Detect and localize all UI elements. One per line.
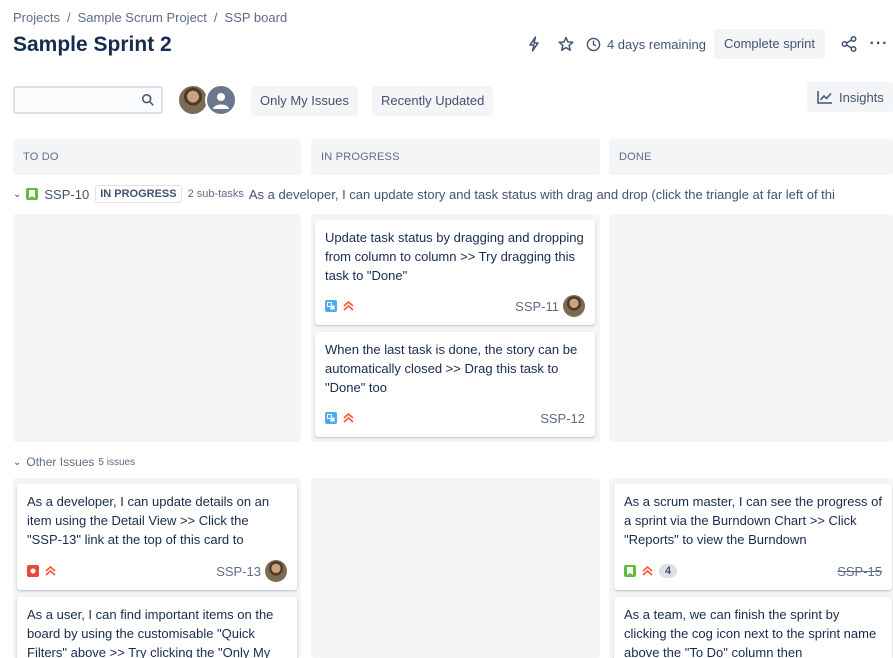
days-remaining-text: 4 days remaining bbox=[606, 36, 706, 52]
card-summary: As a scrum master, I can see the progres… bbox=[624, 494, 882, 547]
story-summary: As a developer, I can update story and t… bbox=[248, 186, 835, 202]
insights-label: Insights bbox=[839, 89, 884, 105]
chevron-down-icon[interactable]: ⌄ bbox=[13, 457, 21, 468]
todo-column-story-lane bbox=[13, 214, 301, 442]
breadcrumb-board[interactable]: SSP board bbox=[225, 10, 288, 25]
in-progress-column-other-lane bbox=[311, 478, 600, 658]
avatar-filter-group bbox=[177, 84, 237, 116]
assignee-avatar bbox=[563, 295, 585, 317]
story-key[interactable]: SSP-10 bbox=[44, 187, 89, 202]
days-remaining: 4 days remaining bbox=[586, 37, 706, 52]
assignee-avatar bbox=[265, 560, 287, 582]
card-footer: SSP-13 bbox=[27, 560, 287, 582]
done-column-story-lane bbox=[609, 214, 893, 442]
only-my-issues-filter[interactable]: Only My Issues bbox=[251, 86, 358, 116]
search-icon[interactable] bbox=[141, 93, 155, 112]
breadcrumb-project[interactable]: Sample Scrum Project bbox=[78, 10, 207, 25]
issue-key[interactable]: SSP-11 bbox=[515, 299, 559, 314]
complete-sprint-button[interactable]: Complete sprint bbox=[713, 29, 825, 59]
star-icon[interactable] bbox=[550, 28, 582, 60]
issue-key[interactable]: SSP-15 bbox=[837, 564, 882, 579]
column-header-todo: TO DO bbox=[13, 139, 301, 175]
breadcrumb-separator: / bbox=[66, 10, 71, 25]
subtask-icon bbox=[325, 412, 337, 424]
card-footer: SSP-11 bbox=[325, 295, 585, 317]
issue-card[interactable]: As a team, we can finish the sprint by c… bbox=[614, 597, 892, 658]
user-icon bbox=[213, 93, 229, 109]
priority-high-icon bbox=[45, 566, 56, 576]
breadcrumb-projects[interactable]: Projects bbox=[13, 10, 60, 25]
issue-card[interactable]: As a scrum master, I can see the progres… bbox=[614, 484, 892, 590]
status-badge: IN PROGRESS bbox=[95, 185, 182, 203]
card-summary: As a developer, I can update details on … bbox=[27, 494, 270, 547]
card-summary: Update task status by dragging and dropp… bbox=[325, 230, 584, 283]
issue-card[interactable]: Update task status by dragging and dropp… bbox=[315, 220, 595, 325]
issue-key[interactable]: SSP-13 bbox=[216, 564, 261, 579]
page-title: Sample Sprint 2 bbox=[13, 33, 172, 56]
breadcrumb-separator: / bbox=[213, 10, 218, 25]
card-summary: As a team, we can finish the sprint by c… bbox=[624, 607, 877, 658]
lightning-icon[interactable] bbox=[518, 28, 550, 60]
subtask-count: 2 sub-tasks bbox=[187, 188, 244, 200]
card-footer: 4 SSP-15 bbox=[624, 560, 882, 582]
story-icon bbox=[26, 188, 39, 200]
card-summary: When the last task is done, the story ca… bbox=[325, 342, 578, 395]
column-header-in-progress: IN PROGRESS bbox=[311, 139, 600, 175]
other-issues-swimlane-header[interactable]: ⌄ Other Issues 5 issues bbox=[13, 453, 135, 471]
priority-high-icon bbox=[343, 413, 354, 423]
unassigned-avatar[interactable] bbox=[205, 84, 237, 116]
insights-button[interactable]: Insights bbox=[807, 82, 893, 112]
bug-icon bbox=[27, 565, 39, 577]
story-swimlane-header[interactable]: ⌄ SSP-10 IN PROGRESS 2 sub-tasks As a de… bbox=[13, 183, 893, 205]
recently-updated-filter[interactable]: Recently Updated bbox=[372, 86, 494, 116]
chevron-down-icon[interactable]: ⌄ bbox=[13, 189, 21, 200]
other-issues-label: Other Issues bbox=[26, 455, 95, 469]
issue-key[interactable]: SSP-12 bbox=[540, 411, 585, 426]
subtask-icon bbox=[325, 300, 337, 312]
card-summary: As a user, I can find important items on… bbox=[27, 607, 274, 658]
header-actions: 4 days remaining Complete sprint ··· bbox=[518, 28, 893, 60]
priority-high-icon bbox=[343, 301, 354, 311]
issue-card[interactable]: As a user, I can find important items on… bbox=[17, 597, 297, 658]
issue-card[interactable]: As a developer, I can update details on … bbox=[17, 484, 297, 590]
card-footer: SSP-12 bbox=[325, 407, 585, 429]
story-icon bbox=[624, 565, 636, 577]
issue-card[interactable]: When the last task is done, the story ca… bbox=[315, 332, 595, 437]
more-button[interactable]: ··· bbox=[865, 35, 893, 53]
story-points-badge: 4 bbox=[659, 564, 678, 578]
column-header-done: DONE bbox=[609, 139, 893, 175]
chart-line-icon bbox=[817, 91, 832, 104]
other-issues-count: 5 issues bbox=[98, 456, 136, 468]
breadcrumb: Projects / Sample Scrum Project / SSP board bbox=[13, 10, 287, 25]
share-icon[interactable] bbox=[833, 28, 865, 60]
priority-high-icon bbox=[642, 566, 653, 576]
search-input[interactable] bbox=[15, 88, 133, 112]
search-box bbox=[13, 86, 163, 114]
clock-icon bbox=[586, 37, 601, 51]
